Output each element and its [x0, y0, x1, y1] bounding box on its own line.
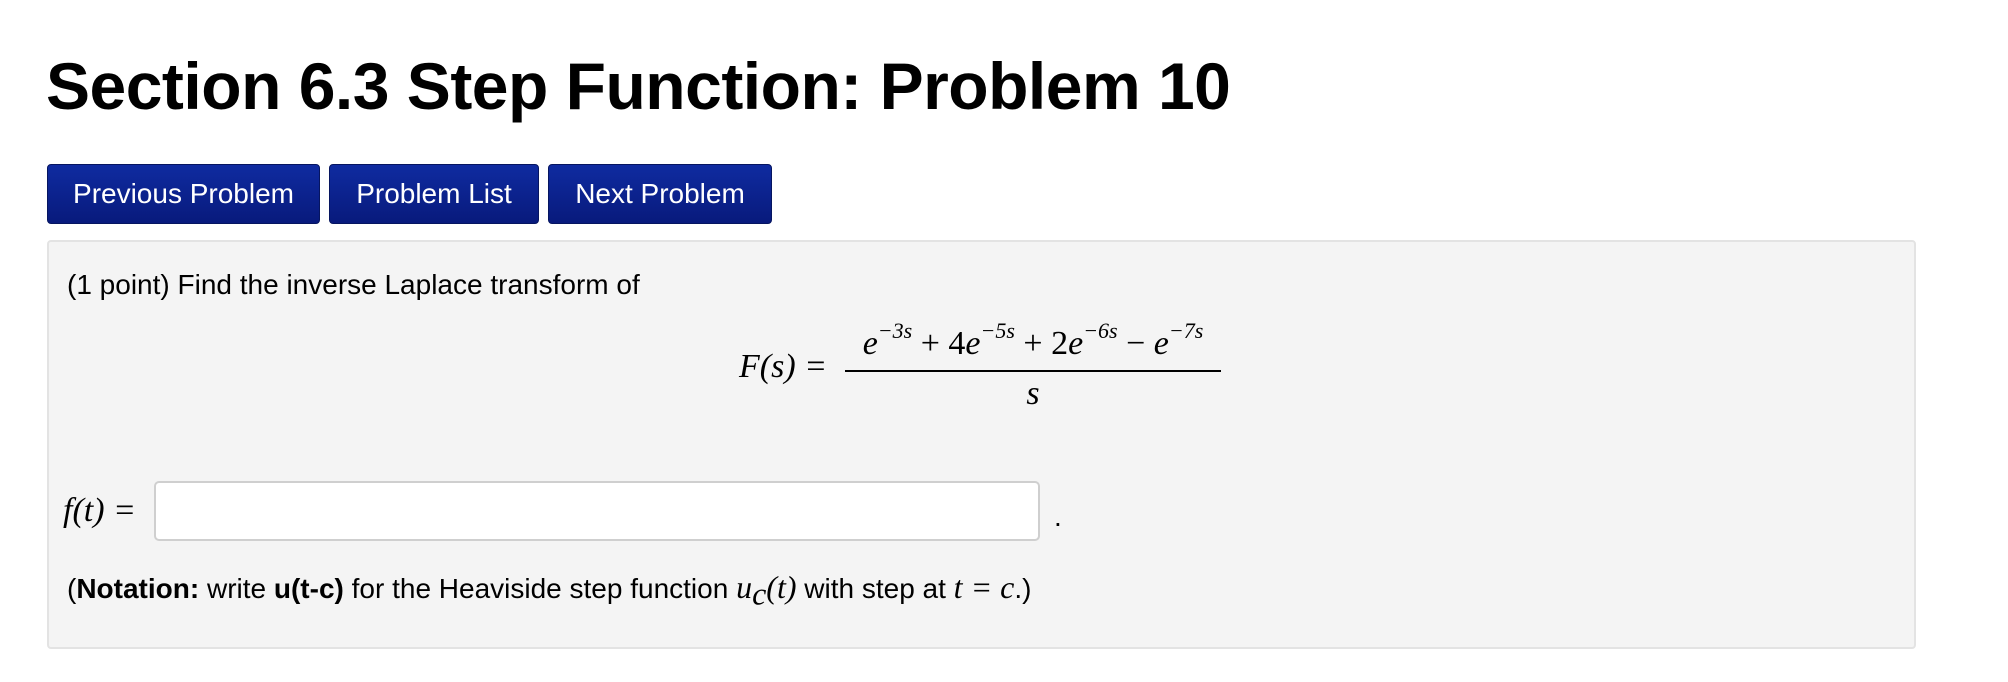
answer-row: f(t) = . [63, 480, 1062, 542]
formula-denominator: s [1026, 375, 1040, 412]
page-title: Section 6.3 Step Function: Problem 10 [46, 49, 1231, 123]
term1-base: e [862, 325, 878, 362]
term4-base: e [1153, 325, 1169, 362]
answer-label: f(t) = [63, 492, 136, 529]
notation-hint: (Notation: write u(t-c) for the Heavisid… [67, 567, 1032, 612]
term2-coefficient: 4 [948, 325, 966, 362]
notation-text-1: write [199, 573, 274, 604]
term4-exponent: −7s [1168, 317, 1204, 343]
term3-base: e [1068, 325, 1084, 362]
term1-exponent: −3s [877, 317, 913, 343]
term2-base: e [965, 325, 981, 362]
formula-lhs: F(s) = [739, 348, 828, 385]
notation-text-2: for the Heaviside step function [343, 573, 737, 604]
notation-label: Notation: [76, 573, 200, 604]
next-problem-button[interactable]: Next Problem [548, 164, 772, 224]
formula-numerator: e−3s + 4e−5s + 2e−6s − e−7s [845, 319, 1221, 366]
notation-func: u [736, 569, 753, 605]
answer-trailing-period: . [1053, 501, 1062, 532]
notation-func-subscript: c [752, 575, 767, 612]
operator-2: + [1014, 325, 1052, 362]
problem-list-button[interactable]: Problem List [329, 164, 539, 224]
notation-open-paren: ( [67, 573, 77, 604]
previous-problem-button[interactable]: Previous Problem [47, 164, 320, 224]
page: Section 6.3 Step Function: Problem 10 Pr… [0, 0, 2008, 682]
problem-box: (1 point) Find the inverse Laplace trans… [47, 240, 1916, 649]
notation-close: .) [1014, 573, 1032, 604]
notation-text-3: with step at [796, 573, 954, 604]
problem-nav: Previous Problem Problem List Next Probl… [47, 164, 772, 224]
term3-exponent: −6s [1083, 317, 1118, 343]
notation-code: u(t-c) [273, 573, 344, 604]
formula-fraction: e−3s + 4e−5s + 2e−6s − e−7s s [845, 319, 1221, 412]
notation-equation: t = c [953, 569, 1015, 605]
notation-func-arg: (t) [766, 569, 797, 605]
operator-3: − [1117, 325, 1154, 362]
term3-coefficient: 2 [1051, 325, 1069, 362]
answer-input[interactable] [153, 481, 1040, 541]
term2-exponent: −5s [980, 317, 1015, 343]
problem-intro: (1 point) Find the inverse Laplace trans… [67, 269, 640, 300]
operator-1: + [912, 325, 949, 362]
